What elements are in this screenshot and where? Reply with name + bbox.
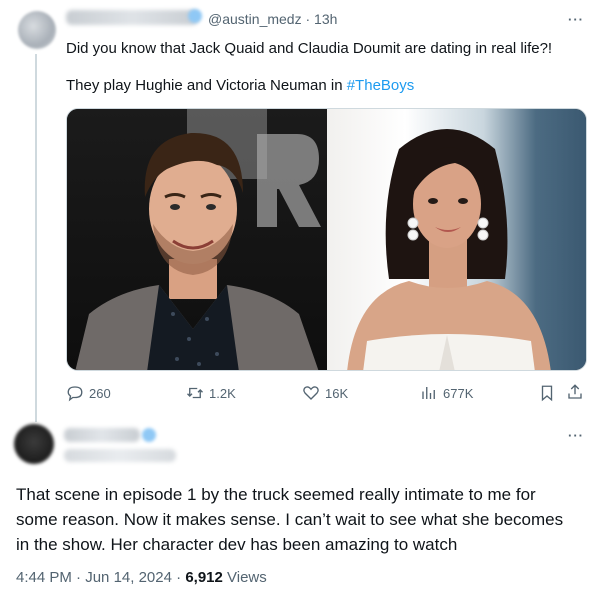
analytics-icon xyxy=(422,387,435,399)
retweet-count: 1.2K xyxy=(209,385,236,401)
bookmark-icon xyxy=(541,385,553,402)
handle[interactable]: @austin_medz xyxy=(208,11,302,27)
blurred-display-name[interactable] xyxy=(64,428,140,442)
more-options-icon[interactable]: ··· xyxy=(568,12,584,27)
share-icon xyxy=(568,384,582,399)
separator: · xyxy=(171,569,186,586)
views-button[interactable]: 677K xyxy=(420,384,473,402)
reply-date[interactable]: Jun 14, 2024 xyxy=(85,569,172,586)
retweet-button[interactable]: 1.2K xyxy=(186,384,236,402)
thread-connector-line xyxy=(35,54,37,422)
tweet-text-line-2: They play Hughie and Victoria Neuman in … xyxy=(66,76,414,96)
reply-text: That scene in episode 1 by the truck see… xyxy=(16,482,592,557)
tweet-media[interactable] xyxy=(66,108,587,371)
like-button[interactable]: 16K xyxy=(302,384,348,402)
man-portrait-illustration xyxy=(75,109,321,370)
bookmark-button[interactable] xyxy=(538,384,556,402)
reply-view-count: 6,912 xyxy=(185,569,223,586)
reply-time[interactable]: 4:44 PM xyxy=(16,569,72,586)
heart-icon xyxy=(303,386,319,400)
more-options-icon[interactable]: ··· xyxy=(568,428,584,443)
man-portrait-photo[interactable] xyxy=(67,109,327,370)
blurred-display-name[interactable] xyxy=(66,10,198,25)
hashtag-link[interactable]: #TheBoys xyxy=(347,77,415,94)
blurred-handle[interactable] xyxy=(64,449,176,462)
views-label: Views xyxy=(222,569,267,586)
tweet-text-prefix: They play Hughie and Victoria Neuman in xyxy=(66,77,347,94)
share-button[interactable] xyxy=(566,383,584,401)
woman-portrait-photo[interactable] xyxy=(327,109,586,370)
tweet-handle-and-time: @austin_medz · 13h xyxy=(208,11,337,27)
reply-metadata: 4:44 PM · Jun 14, 2024 · 6,912 Views xyxy=(16,569,267,586)
verified-badge-icon xyxy=(142,428,156,442)
reply-text-line: That scene in episode 1 by the truck see… xyxy=(16,485,536,504)
tweet-text-line-1: Did you know that Jack Quaid and Claudia… xyxy=(66,40,553,57)
reply-button[interactable]: 260 xyxy=(66,384,111,402)
retweet-icon xyxy=(187,387,203,399)
woman-portrait-illustration xyxy=(347,129,551,370)
reply-icon xyxy=(67,386,83,402)
like-count: 16K xyxy=(325,385,349,401)
reply-text-line: some reason. Now it makes sense. I can’t… xyxy=(16,510,564,529)
reply-text-line: in the show. Her character dev has been … xyxy=(16,535,458,554)
time-separator: · xyxy=(305,11,311,27)
avatar[interactable] xyxy=(14,424,54,464)
avatar[interactable] xyxy=(18,11,56,49)
reply-count: 260 xyxy=(89,385,111,401)
tweet-time[interactable]: 13h xyxy=(314,11,337,27)
view-count: 677K xyxy=(443,385,474,401)
verified-badge-icon xyxy=(188,9,202,23)
separator: · xyxy=(71,569,86,586)
